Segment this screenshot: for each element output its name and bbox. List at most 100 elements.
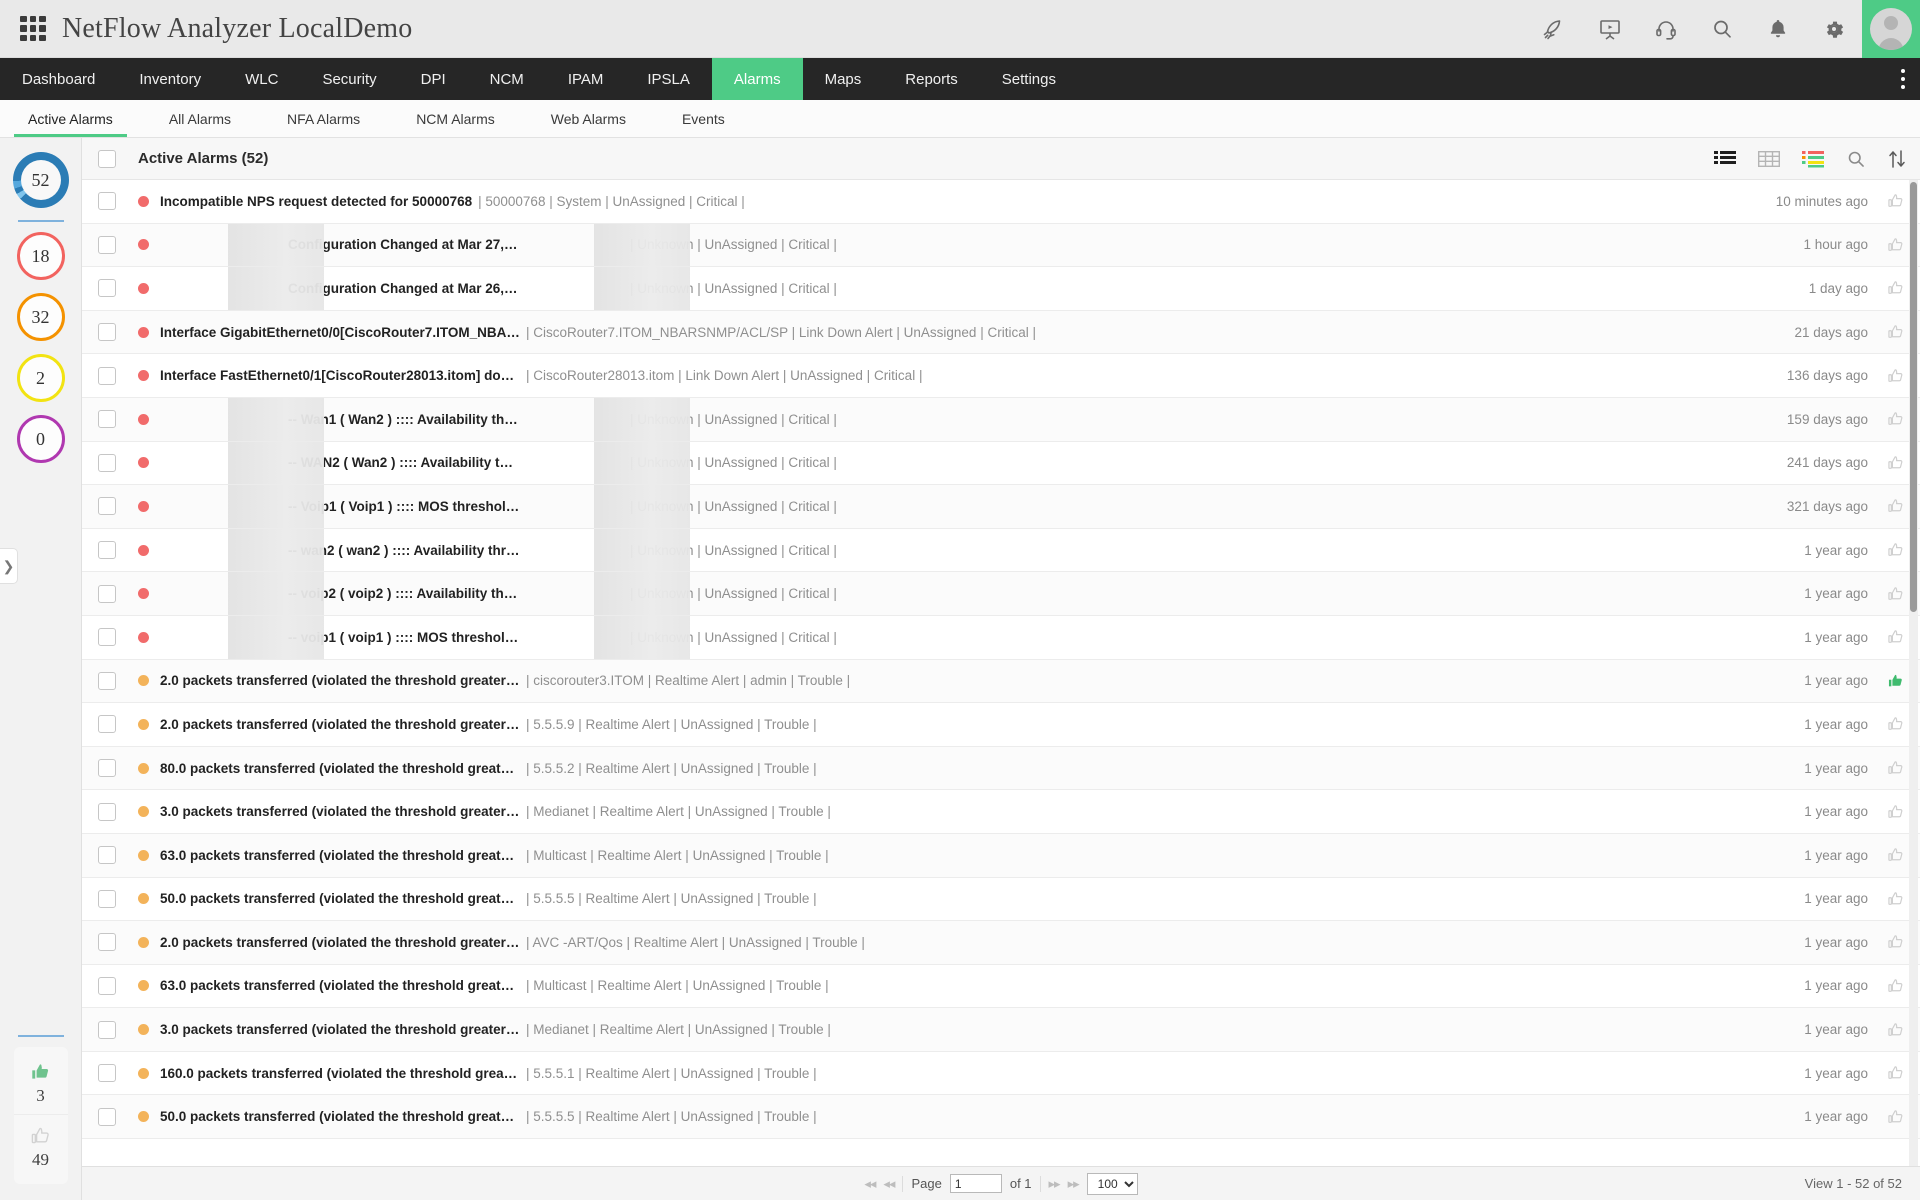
- page-number-input[interactable]: [949, 1174, 1002, 1193]
- alarm-row[interactable]: 80.0 packets transferred (violated the t…: [82, 746, 1920, 791]
- nav-dashboard[interactable]: Dashboard: [0, 58, 117, 100]
- alarm-row[interactable]: Incompatible NPS request detected for 50…: [82, 180, 1920, 224]
- tab-nfa-alarms[interactable]: NFA Alarms: [259, 100, 388, 137]
- alarm-acknowledge-toggle[interactable]: [1886, 367, 1906, 385]
- alarm-acknowledge-toggle[interactable]: [1886, 977, 1906, 995]
- bell-icon[interactable]: [1750, 0, 1806, 58]
- nav-ipsla[interactable]: IPSLA: [625, 58, 712, 100]
- alarm-row[interactable]: 2.0 packets transferred (violated the th…: [82, 659, 1920, 704]
- alarm-acknowledge-toggle[interactable]: [1886, 323, 1906, 341]
- alarm-row-checkbox[interactable]: [98, 584, 116, 603]
- alarm-acknowledge-toggle[interactable]: [1886, 672, 1906, 690]
- alarm-row[interactable]: 160.0 packets transferred (violated the …: [82, 1051, 1920, 1096]
- alarm-acknowledge-toggle[interactable]: [1886, 1108, 1906, 1126]
- alarm-row[interactable]: Configuration Changed at Mar 27, 2023 1.…: [82, 223, 1920, 268]
- nav-reports[interactable]: Reports: [883, 58, 980, 100]
- nav-security[interactable]: Security: [300, 58, 398, 100]
- rocket-icon[interactable]: [1526, 0, 1582, 58]
- alarm-acknowledge-toggle[interactable]: [1886, 497, 1906, 515]
- alarm-row-checkbox[interactable]: [98, 628, 116, 647]
- tab-web-alarms[interactable]: Web Alarms: [523, 100, 654, 137]
- alarm-row-checkbox[interactable]: [98, 846, 116, 865]
- alarm-row[interactable]: 3.0 packets transferred (violated the th…: [82, 1008, 1920, 1052]
- alarm-row-checkbox[interactable]: [98, 976, 116, 995]
- sort-icon[interactable]: [1888, 149, 1906, 169]
- gear-icon[interactable]: [1806, 0, 1862, 58]
- alarm-row[interactable]: 63.0 packets transferred (violated the t…: [82, 833, 1920, 878]
- alarm-row-checkbox[interactable]: [98, 802, 116, 821]
- tab-events[interactable]: Events: [654, 100, 753, 137]
- alarm-row[interactable]: 50.0 packets transferred (violated the t…: [82, 1095, 1920, 1140]
- alarm-acknowledge-toggle[interactable]: [1886, 759, 1906, 777]
- alarm-row[interactable]: 63.0 packets transferred (violated the t…: [82, 964, 1920, 1009]
- tab-active-alarms[interactable]: Active Alarms: [0, 100, 141, 137]
- alarm-acknowledge-toggle[interactable]: [1886, 410, 1906, 428]
- headset-icon[interactable]: [1638, 0, 1694, 58]
- select-all-checkbox[interactable]: [98, 149, 116, 168]
- prev-page-icon[interactable]: ◂◂: [883, 1176, 895, 1192]
- alarm-acknowledge-toggle[interactable]: [1886, 628, 1906, 646]
- alarm-acknowledge-toggle[interactable]: [1886, 803, 1906, 821]
- first-page-icon[interactable]: ◂◂: [864, 1176, 876, 1192]
- alarm-row-checkbox[interactable]: [98, 192, 116, 211]
- alarm-row[interactable]: -- Wan1 ( Wan2 ) :::: Availability thres…: [82, 397, 1920, 442]
- nav-settings[interactable]: Settings: [980, 58, 1078, 100]
- alarm-row-checkbox[interactable]: [98, 235, 116, 254]
- alarm-row[interactable]: 2.0 packets transferred (violated the th…: [82, 921, 1920, 965]
- alarm-row-checkbox[interactable]: [98, 1107, 116, 1126]
- severity-list-view-icon[interactable]: [1802, 150, 1824, 168]
- alarm-acknowledge-toggle[interactable]: [1886, 1064, 1906, 1082]
- alarm-row-checkbox[interactable]: [98, 279, 116, 298]
- alarms-list-scrollbar[interactable]: [1909, 180, 1918, 1166]
- alarm-row-checkbox[interactable]: [98, 933, 116, 952]
- alarm-row-checkbox[interactable]: [98, 1064, 116, 1083]
- alarm-row-checkbox[interactable]: [98, 715, 116, 734]
- severity-service-down-circle[interactable]: 0: [16, 415, 65, 463]
- nav-inventory[interactable]: Inventory: [117, 58, 223, 100]
- alarm-row[interactable]: -- Voip1 ( Voip1 ) :::: MOS threshold li…: [82, 485, 1920, 529]
- alarm-row-checkbox[interactable]: [98, 453, 116, 472]
- alarm-acknowledge-toggle[interactable]: [1886, 933, 1906, 951]
- alarm-row[interactable]: Configuration Changed at Mar 26, 2023 0.…: [82, 267, 1920, 311]
- alarm-row-checkbox[interactable]: [98, 366, 116, 385]
- alarm-row[interactable]: -- voip2 ( voip2 ) :::: Availability thr…: [82, 572, 1920, 616]
- alarm-row-checkbox[interactable]: [98, 671, 116, 690]
- alarm-row[interactable]: Interface GigabitEthernet0/0[CiscoRouter…: [82, 310, 1920, 355]
- alarm-row[interactable]: 2.0 packets transferred (violated the th…: [82, 703, 1920, 747]
- alarm-acknowledge-toggle[interactable]: [1886, 846, 1906, 864]
- nav-ncm[interactable]: NCM: [468, 58, 546, 100]
- alarm-row[interactable]: 50.0 packets transferred (violated the t…: [82, 877, 1920, 922]
- nav-wlc[interactable]: WLC: [223, 58, 300, 100]
- tab-all-alarms[interactable]: All Alarms: [141, 100, 259, 137]
- alarm-row[interactable]: -- voip1 ( voip1 ) :::: MOS threshold li…: [82, 615, 1920, 660]
- alarm-acknowledge-toggle[interactable]: [1886, 236, 1906, 254]
- avatar[interactable]: [1862, 0, 1920, 58]
- severity-critical-circle[interactable]: 18: [16, 232, 65, 280]
- alarm-row[interactable]: -- WAN2 ( Wan2 ) :::: Availability thres…: [82, 441, 1920, 486]
- search-icon[interactable]: [1846, 149, 1866, 169]
- alarm-row-checkbox[interactable]: [98, 410, 116, 429]
- presentation-icon[interactable]: [1582, 0, 1638, 58]
- app-launcher-icon[interactable]: [20, 15, 46, 42]
- alarm-row-checkbox[interactable]: [98, 1020, 116, 1039]
- severity-attention-circle[interactable]: 2: [16, 354, 65, 402]
- alarm-acknowledge-toggle[interactable]: [1886, 585, 1906, 603]
- alarm-row-checkbox[interactable]: [98, 323, 116, 342]
- alarm-acknowledge-toggle[interactable]: [1886, 715, 1906, 733]
- alarm-row-checkbox[interactable]: [98, 541, 116, 560]
- next-page-icon[interactable]: ▸▸: [1049, 1176, 1061, 1192]
- alarm-row[interactable]: -- wan2 ( wan2 ) :::: Availability thres…: [82, 528, 1920, 573]
- alarm-acknowledge-toggle[interactable]: [1886, 279, 1906, 297]
- nav-dpi[interactable]: DPI: [399, 58, 468, 100]
- alarm-row-checkbox[interactable]: [98, 759, 116, 778]
- alarms-list[interactable]: Incompatible NPS request detected for 50…: [82, 180, 1920, 1166]
- alarm-acknowledge-toggle[interactable]: [1886, 890, 1906, 908]
- nav-ipam[interactable]: IPAM: [546, 58, 626, 100]
- nav-alarms[interactable]: Alarms: [711, 58, 803, 100]
- unacknowledged-filter[interactable]: 49: [13, 1114, 68, 1178]
- list-view-icon[interactable]: [1714, 150, 1736, 168]
- alarm-row-checkbox[interactable]: [98, 889, 116, 908]
- last-page-icon[interactable]: ▸▸: [1068, 1176, 1080, 1192]
- nav-maps[interactable]: Maps: [803, 58, 884, 100]
- alarm-row[interactable]: Interface FastEthernet0/1[CiscoRouter280…: [82, 354, 1920, 398]
